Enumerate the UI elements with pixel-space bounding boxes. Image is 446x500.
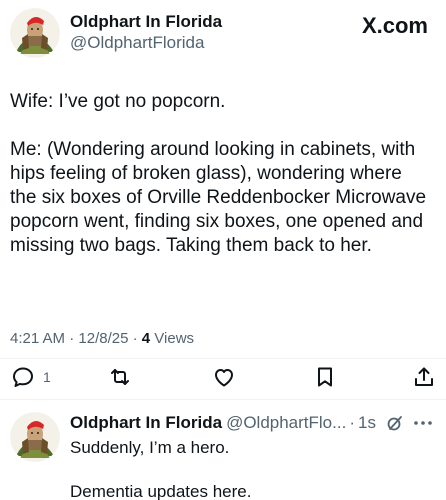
meta-separator: · [65, 330, 79, 347]
author-display-name[interactable]: Oldphart In Florida [70, 12, 222, 32]
divider [0, 358, 446, 359]
reply-author-avatar[interactable] [10, 412, 60, 462]
post-time[interactable]: 4:21 AM [10, 330, 65, 347]
author-handle[interactable]: @OldphartFlorida [70, 33, 204, 53]
action-bar: 1 [0, 362, 446, 392]
reply-text: Suddenly, I’m a hero. Dementia updates h… [70, 437, 430, 500]
share-button[interactable] [412, 364, 436, 390]
reply-handle[interactable]: @OldphartFlo... [226, 413, 346, 433]
post-detail-view: Oldphart In Florida @OldphartFlorida X.c… [0, 0, 446, 500]
meta-separator: · [128, 330, 142, 347]
post-meta: 4:21 AM · 12/8/25 · 4 Views [10, 330, 194, 347]
views-count: 4 [141, 330, 151, 347]
like-icon [212, 365, 236, 389]
reply-display-name[interactable]: Oldphart In Florida [70, 413, 222, 433]
post-date[interactable]: 12/8/25 [78, 330, 128, 347]
post-paragraph: Wife: I’ve got no popcorn. [10, 91, 226, 112]
reply-button[interactable]: 1 [11, 364, 51, 390]
bookmark-icon [313, 365, 337, 389]
more-icon[interactable] [413, 420, 433, 426]
repost-button[interactable] [108, 364, 132, 390]
divider [0, 399, 446, 400]
grok-icon[interactable] [386, 414, 404, 432]
reply-time[interactable]: 1s [358, 413, 376, 433]
like-button[interactable] [212, 364, 236, 390]
x-com-brand: X.com [361, 13, 428, 38]
reply-paragraph: Dementia updates here. [70, 482, 252, 500]
author-avatar[interactable] [10, 8, 60, 58]
repost-icon [108, 365, 132, 389]
reply-header: Oldphart In Florida @OldphartFlo... · 1s [70, 413, 438, 433]
post-paragraph: Me: (Wondering around looking in cabinet… [10, 139, 427, 256]
bookmark-button[interactable] [313, 364, 337, 390]
reply-paragraph: Suddenly, I’m a hero. [70, 438, 230, 457]
share-icon [412, 365, 436, 389]
views-label: Views [154, 330, 195, 347]
reply-separator: · [349, 413, 355, 432]
post-text: Wife: I’ve got no popcorn. Me: (Wonderin… [10, 90, 430, 258]
reply-icon [11, 365, 35, 389]
reply-count: 1 [43, 369, 51, 385]
